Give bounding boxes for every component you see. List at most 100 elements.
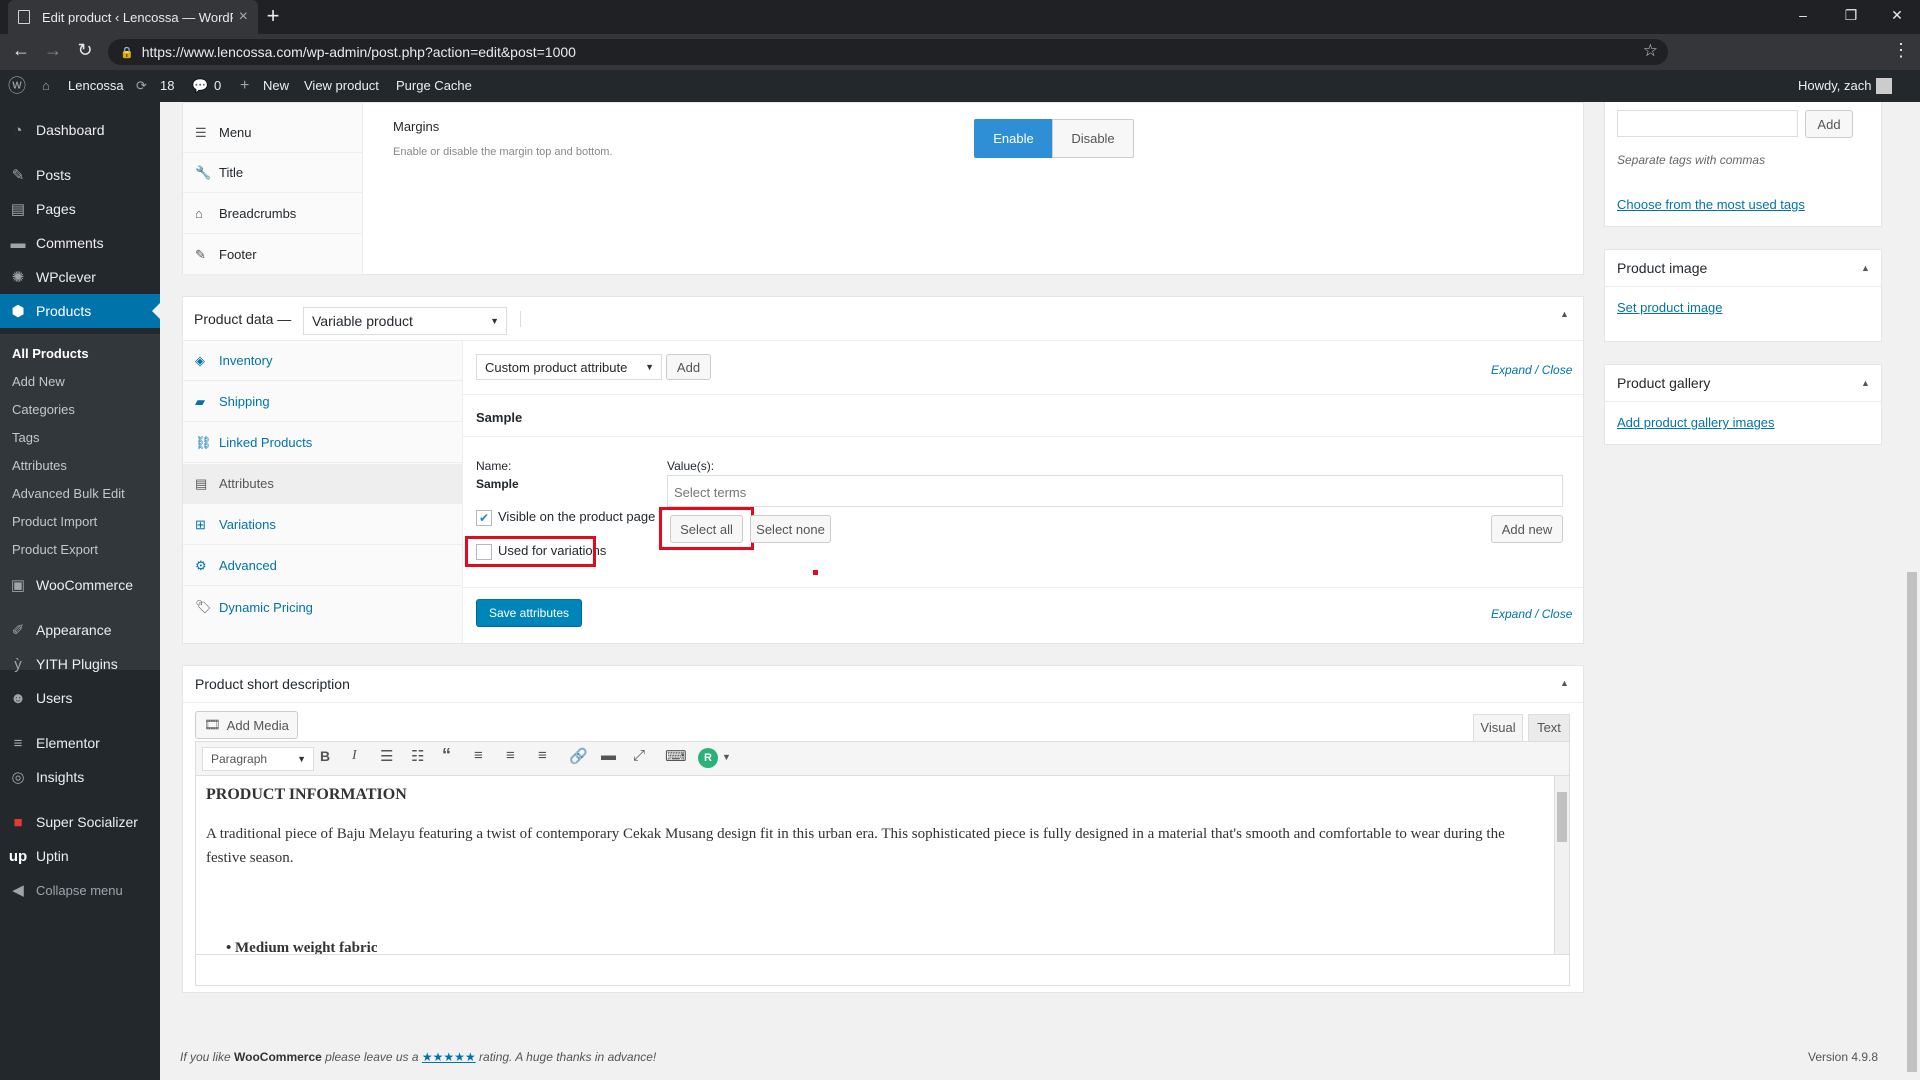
add-new-term-button[interactable]: Add new bbox=[1491, 515, 1563, 543]
numbered-list-icon[interactable]: ☷ bbox=[411, 747, 424, 765]
page-scrollbar[interactable] bbox=[1904, 102, 1920, 1080]
attribute-title[interactable]: Sample bbox=[476, 410, 522, 425]
most-used-tags-link[interactable]: Choose from the most used tags bbox=[1617, 197, 1805, 212]
sidebar-item-yith-plugins[interactable]: ỳ YITH Plugins bbox=[0, 647, 160, 681]
align-right-icon[interactable]: ≡ bbox=[538, 747, 547, 764]
submenu-tags[interactable]: Tags bbox=[12, 430, 39, 445]
collapse-menu-button[interactable]: ◀ Collapse menu bbox=[0, 873, 160, 907]
visible-on-page-checkbox[interactable]: ✔ Visible on the product page bbox=[476, 509, 655, 526]
submenu-advanced-bulk-edit[interactable]: Advanced Bulk Edit bbox=[12, 486, 125, 501]
sidebar-item-insights[interactable]: ◎ Insights bbox=[0, 760, 160, 794]
address-bar[interactable]: 🔒 https://www.lencossa.com/wp-admin/post… bbox=[108, 39, 1668, 65]
select-terms-input[interactable]: Select terms bbox=[667, 475, 1563, 507]
disable-button[interactable]: Disable bbox=[1052, 119, 1134, 158]
sidebar-item-products[interactable]: ⬢ Products bbox=[0, 294, 160, 328]
plus-icon[interactable]: + bbox=[240, 70, 249, 102]
collapse-arrow-icon[interactable]: ▲ bbox=[1861, 263, 1870, 273]
submenu-product-export[interactable]: Product Export bbox=[12, 542, 98, 557]
sidebar-item-comments[interactable]: ▬ Comments bbox=[0, 226, 160, 260]
add-media-button[interactable]: 🎞 Add Media bbox=[195, 711, 298, 739]
sidebar-item-wpclever[interactable]: ✺ WPclever bbox=[0, 260, 160, 294]
tag-input[interactable] bbox=[1617, 110, 1798, 137]
collapse-arrow-icon[interactable]: ▲ bbox=[1861, 378, 1870, 388]
updates-icon[interactable]: ⟳ bbox=[136, 70, 147, 102]
tab-inventory[interactable]: ◈ Inventory bbox=[183, 341, 462, 381]
updates-count[interactable]: 18 bbox=[160, 70, 174, 102]
view-product-link[interactable]: View product bbox=[304, 70, 379, 102]
purge-cache-link[interactable]: Purge Cache bbox=[396, 70, 472, 102]
tab-variations[interactable]: ⊞ Variations bbox=[183, 505, 462, 545]
tab-dynamic-pricing[interactable]: 🏷 Dynamic Pricing bbox=[183, 587, 462, 627]
wordpress-logo-icon[interactable]: ⓦ bbox=[8, 70, 26, 102]
align-left-icon[interactable]: ≡ bbox=[474, 747, 483, 764]
menu-dots-icon[interactable]: ⋮ bbox=[1892, 40, 1910, 61]
sidebar-item-users[interactable]: ☻ Users bbox=[0, 681, 160, 715]
tab-menu[interactable]: ☰ Menu bbox=[183, 113, 362, 153]
reload-icon[interactable]: ↻ bbox=[70, 40, 100, 61]
select-none-button[interactable]: Select none bbox=[750, 515, 831, 543]
editor-scrollbar[interactable] bbox=[1554, 776, 1569, 954]
toolbar-toggle-icon[interactable]: ⌨ bbox=[665, 747, 687, 765]
tab-advanced[interactable]: ⚙ Advanced bbox=[183, 546, 462, 586]
read-more-icon[interactable]: ▬ bbox=[601, 747, 616, 764]
sidebar-item-appearance[interactable]: ✐ Appearance bbox=[0, 613, 160, 647]
sidebar-item-uptin[interactable]: up Uptin bbox=[0, 839, 160, 873]
submenu-add-new[interactable]: Add New bbox=[12, 374, 65, 389]
plugin-r-icon[interactable]: R bbox=[698, 748, 718, 768]
attribute-type-select[interactable]: Custom product attribute ▼ bbox=[476, 354, 662, 380]
submenu-categories[interactable]: Categories bbox=[12, 402, 75, 417]
minimize-button[interactable]: – bbox=[1780, 0, 1826, 30]
howdy-user[interactable]: Howdy, zach bbox=[1798, 70, 1871, 102]
tab-title[interactable]: 🔧 Title bbox=[183, 153, 362, 193]
tab-shipping[interactable]: ▰ Shipping bbox=[183, 382, 462, 422]
window-close-button[interactable]: ✕ bbox=[1874, 0, 1920, 30]
set-product-image-link[interactable]: Set product image bbox=[1617, 300, 1723, 315]
tab-text[interactable]: Text bbox=[1528, 714, 1570, 741]
forward-icon[interactable]: → bbox=[38, 40, 68, 61]
save-attributes-button[interactable]: Save attributes bbox=[476, 599, 582, 627]
rating-stars-link[interactable]: ★★★★★ bbox=[422, 1050, 476, 1064]
add-attribute-button[interactable]: Add bbox=[666, 354, 711, 380]
sidebar-item-pages[interactable]: ▤ Pages bbox=[0, 192, 160, 226]
sidebar-item-woocommerce[interactable]: ▣ WooCommerce bbox=[0, 568, 160, 602]
submenu-attributes[interactable]: Attributes bbox=[12, 458, 67, 473]
scrollbar-thumb[interactable] bbox=[1557, 792, 1567, 842]
sidebar-item-posts[interactable]: ✎ Posts bbox=[0, 158, 160, 192]
italic-icon[interactable]: I bbox=[352, 748, 357, 764]
tab-close-icon[interactable]: × bbox=[239, 8, 248, 26]
align-center-icon[interactable]: ≡ bbox=[506, 747, 515, 764]
comment-icon[interactable]: 💬 bbox=[192, 70, 208, 102]
format-select[interactable]: Paragraph ▼ bbox=[202, 747, 314, 771]
restore-button[interactable]: ❐ bbox=[1828, 0, 1874, 30]
tab-breadcrumbs[interactable]: ⌂ Breadcrumbs bbox=[183, 194, 362, 234]
tab-linked-products[interactable]: ⛓ Linked Products bbox=[183, 423, 462, 463]
bold-icon[interactable]: B bbox=[320, 748, 330, 764]
editor-content[interactable]: PRODUCT INFORMATION A traditional piece … bbox=[196, 776, 1554, 954]
submenu-product-import[interactable]: Product Import bbox=[12, 514, 97, 529]
page-scrollbar-thumb[interactable] bbox=[1907, 572, 1917, 1072]
comments-count[interactable]: 0 bbox=[214, 70, 221, 102]
enable-button[interactable]: Enable bbox=[974, 119, 1053, 158]
tab-visual[interactable]: Visual bbox=[1473, 714, 1523, 741]
fullscreen-icon[interactable]: ⤢ bbox=[633, 747, 645, 764]
new-tab-button[interactable]: + bbox=[260, 4, 286, 30]
sidebar-item-super-socializer[interactable]: ■ Super Socializer bbox=[0, 805, 160, 839]
link-icon[interactable]: 🔗 bbox=[569, 747, 588, 765]
tab-footer[interactable]: ✎ Footer bbox=[183, 235, 362, 275]
sidebar-item-elementor[interactable]: ≡ Elementor bbox=[0, 726, 160, 760]
browser-tab[interactable]: Edit product ‹ Lencossa — WordPress × bbox=[8, 0, 258, 34]
new-link[interactable]: New bbox=[263, 70, 289, 102]
site-name-link[interactable]: Lencossa bbox=[68, 70, 124, 102]
add-tag-button[interactable]: Add bbox=[1805, 110, 1853, 138]
blockquote-icon[interactable]: “ bbox=[442, 745, 451, 766]
dropdown-arrow-icon[interactable]: ▼ bbox=[722, 752, 731, 762]
expand-close-link-top[interactable]: Expand / Close bbox=[1491, 363, 1572, 377]
sidebar-item-dashboard[interactable]: ◔ Dashboard bbox=[0, 113, 160, 147]
expand-close-link-bottom[interactable]: Expand / Close bbox=[1491, 607, 1572, 621]
bullet-list-icon[interactable]: ☰ bbox=[380, 747, 393, 765]
product-type-select[interactable]: Variable product ▼ bbox=[303, 307, 507, 335]
collapse-arrow-icon[interactable]: ▲ bbox=[1560, 309, 1569, 319]
add-gallery-images-link[interactable]: Add product gallery images bbox=[1617, 415, 1775, 430]
tab-attributes[interactable]: ▤ Attributes bbox=[183, 464, 462, 504]
collapse-arrow-icon[interactable]: ▲ bbox=[1560, 678, 1569, 688]
